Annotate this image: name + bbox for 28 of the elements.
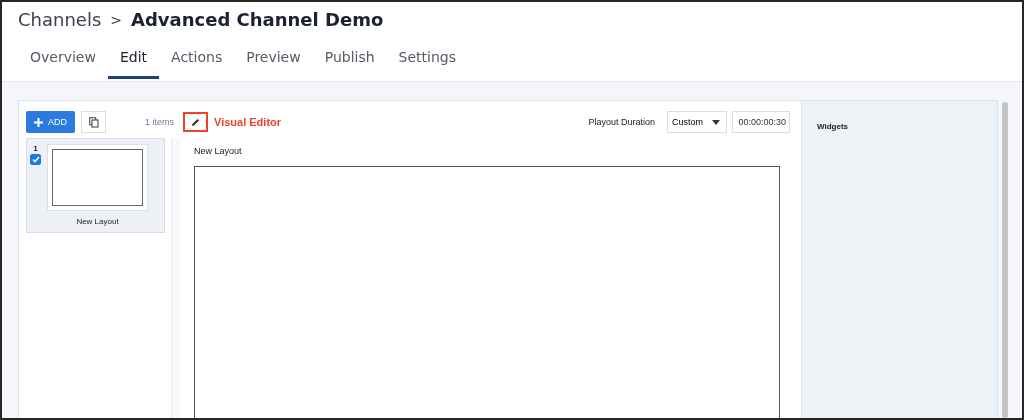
pencil-icon	[191, 117, 200, 127]
copy-button[interactable]	[81, 111, 106, 133]
plus-icon	[34, 117, 43, 127]
layout-card[interactable]: 1 New Layout	[26, 138, 165, 233]
edit-button[interactable]	[183, 112, 208, 132]
breadcrumb-separator: >	[110, 11, 122, 28]
tab[interactable]: Preview	[234, 49, 313, 79]
copy-icon	[88, 116, 99, 128]
checkbox[interactable]	[30, 154, 41, 165]
tab[interactable]: Settings	[386, 49, 468, 79]
page-title: Advanced Channel Demo	[131, 9, 384, 30]
tab[interactable]: Overview	[18, 49, 108, 79]
tab[interactable]: Actions	[159, 49, 235, 79]
caret-icon	[712, 119, 720, 125]
layout-number: 1	[33, 144, 38, 153]
item-count: 1 items	[145, 117, 174, 127]
widgets-title: Widgets	[817, 122, 849, 131]
visual-editor-label: Visual Editor	[214, 116, 282, 128]
layout-name: New Layout	[76, 217, 119, 226]
breadcrumb-link[interactable]: Channels	[18, 9, 102, 30]
playout-duration-label: Playout Duration	[588, 117, 655, 127]
layout-title: New Layout	[194, 146, 243, 156]
scrollbar[interactable]	[1002, 102, 1008, 418]
tab[interactable]: Edit	[107, 49, 160, 79]
tab[interactable]: Publish	[312, 49, 387, 79]
add-button[interactable]: ADD	[26, 111, 75, 133]
playout-mode-dropdown[interactable]: Custom	[667, 111, 727, 133]
duration-field[interactable]: 00:00:00:30	[732, 111, 790, 133]
